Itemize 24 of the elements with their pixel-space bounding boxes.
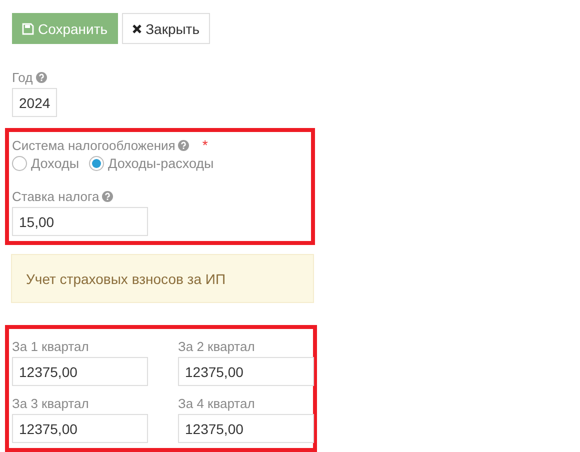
field-label: Год (12, 70, 33, 84)
field-label: За 1 квартал (12, 338, 89, 354)
radio-option[interactable]: Доходы-расходы (89, 156, 214, 171)
close-button[interactable]: Закрыть (122, 13, 210, 44)
field-label: Система налогообложения (12, 138, 176, 152)
help-icon (36, 72, 47, 82)
field-label: Ставка налога (12, 188, 100, 204)
field-label: За 2 квартал (178, 338, 255, 354)
amount-field[interactable]: 12375,00 (178, 414, 314, 443)
help-icon (178, 140, 190, 150)
amount-field[interactable]: 12375,00 (12, 414, 148, 443)
help-icon (102, 190, 114, 202)
close-icon (132, 24, 142, 34)
tax-rate-field[interactable]: 15,00 (12, 207, 148, 236)
amount-field[interactable]: 12375,00 (178, 357, 314, 386)
radio-icon[interactable] (12, 156, 27, 171)
notice-banner: Учет страховых взносов за ИП (11, 254, 314, 303)
radio-icon[interactable] (89, 156, 104, 171)
year-field[interactable]: 2024 (12, 88, 57, 117)
radio-option[interactable]: Доходы (12, 156, 80, 171)
required-mark: * (202, 137, 208, 153)
amount-field[interactable]: 12375,00 (12, 357, 148, 386)
field-label: За 4 квартал (178, 396, 255, 410)
field-label: За 3 квартал (12, 396, 89, 410)
